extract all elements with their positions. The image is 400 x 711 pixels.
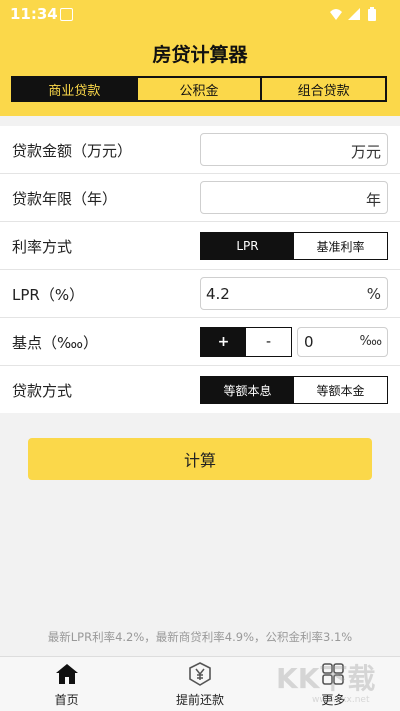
tab-combined-loan[interactable]: 组合贷款 [260,78,385,100]
home-icon [55,664,78,684]
basis-point-sign-toggle: + - [200,327,292,357]
basis-point-value: 0 [304,333,314,351]
status-time: 11:34 [10,5,58,23]
repay-equal-principal-option[interactable]: 等额本金 [294,377,387,403]
repay-equal-installment-option[interactable]: 等额本息 [201,377,294,403]
loan-years-unit: 年 [365,191,381,209]
nav-item-prepayment[interactable]: 提前还款 [133,657,266,711]
watermark-text: KK下载 [276,662,375,695]
repay-icon [189,662,211,686]
repay-method-label: 贷款方式 [12,382,73,400]
loan-amount-row: 贷款金额（万元） 万元 [0,126,400,174]
rate-type-toggle: LPR 基准利率 [200,232,388,260]
wifi-icon [330,9,342,20]
rate-type-benchmark-option[interactable]: 基准利率 [294,233,387,259]
watermark-subtext: www.kkx.net [312,695,370,705]
loan-form: 贷款金额（万元） 万元 贷款年限（年） 年 利率方式 LPR 基准利率 LPR（… [0,126,400,413]
lpr-value: 4.2 [206,285,230,303]
rate-type-row: 利率方式 LPR 基准利率 [0,222,400,270]
calculate-button[interactable]: 计算 [28,438,372,480]
watermark-logo: KK下载 www.kkx.net [276,662,375,705]
loan-type-tabs: 商业贷款 公积金 组合贷款 [11,76,387,102]
repay-method-toggle: 等额本息 等额本金 [200,376,388,404]
loan-years-input[interactable]: 年 [200,181,388,214]
page-title: 房贷计算器 [152,44,248,66]
basis-point-minus-button[interactable]: - [246,328,291,356]
nav-label-home: 首页 [54,693,79,707]
status-bar: 11:34 [0,0,400,28]
basis-point-label: 基点（‱） [12,334,99,352]
basis-point-unit: ‱ [359,334,382,349]
lpr-unit: % [366,285,381,303]
rate-info-note: 最新LPR利率4.2%，最新商贷利率4.9%，公积金利率3.1% [47,630,353,644]
nav-label-prepayment: 提前还款 [175,693,224,707]
loan-amount-input[interactable]: 万元 [200,133,388,166]
status-icons [330,7,376,21]
rate-type-label: 利率方式 [12,238,73,256]
signal-icon [348,8,360,20]
rate-type-lpr-option[interactable]: LPR [201,233,294,259]
app-header: 11:34 房贷计算器 商业贷款 公积金 组合贷款 [0,0,400,116]
loan-amount-unit: 万元 [350,143,381,161]
lpr-row: LPR（%） 4.2 % [0,270,400,318]
repay-method-row: 贷款方式 等额本息 等额本金 [0,366,400,413]
lpr-input[interactable]: 4.2 % [200,277,388,310]
tab-provident-fund[interactable]: 公积金 [135,78,261,100]
battery-icon [368,9,376,21]
tab-commercial-loan[interactable]: 商业贷款 [13,78,136,100]
basis-point-plus-button[interactable]: + [201,328,246,356]
lpr-label: LPR（%） [12,286,85,304]
loan-amount-label: 贷款金额（万元） [12,142,133,160]
loan-years-label: 贷款年限（年） [12,190,118,208]
nav-item-home[interactable]: 首页 [0,657,133,711]
basis-point-row: 基点（‱） + - 0 ‱ [0,318,400,366]
loan-years-row: 贷款年限（年） 年 [0,174,400,222]
basis-point-input[interactable]: 0 ‱ [297,327,388,357]
notification-app-icon [60,8,73,21]
